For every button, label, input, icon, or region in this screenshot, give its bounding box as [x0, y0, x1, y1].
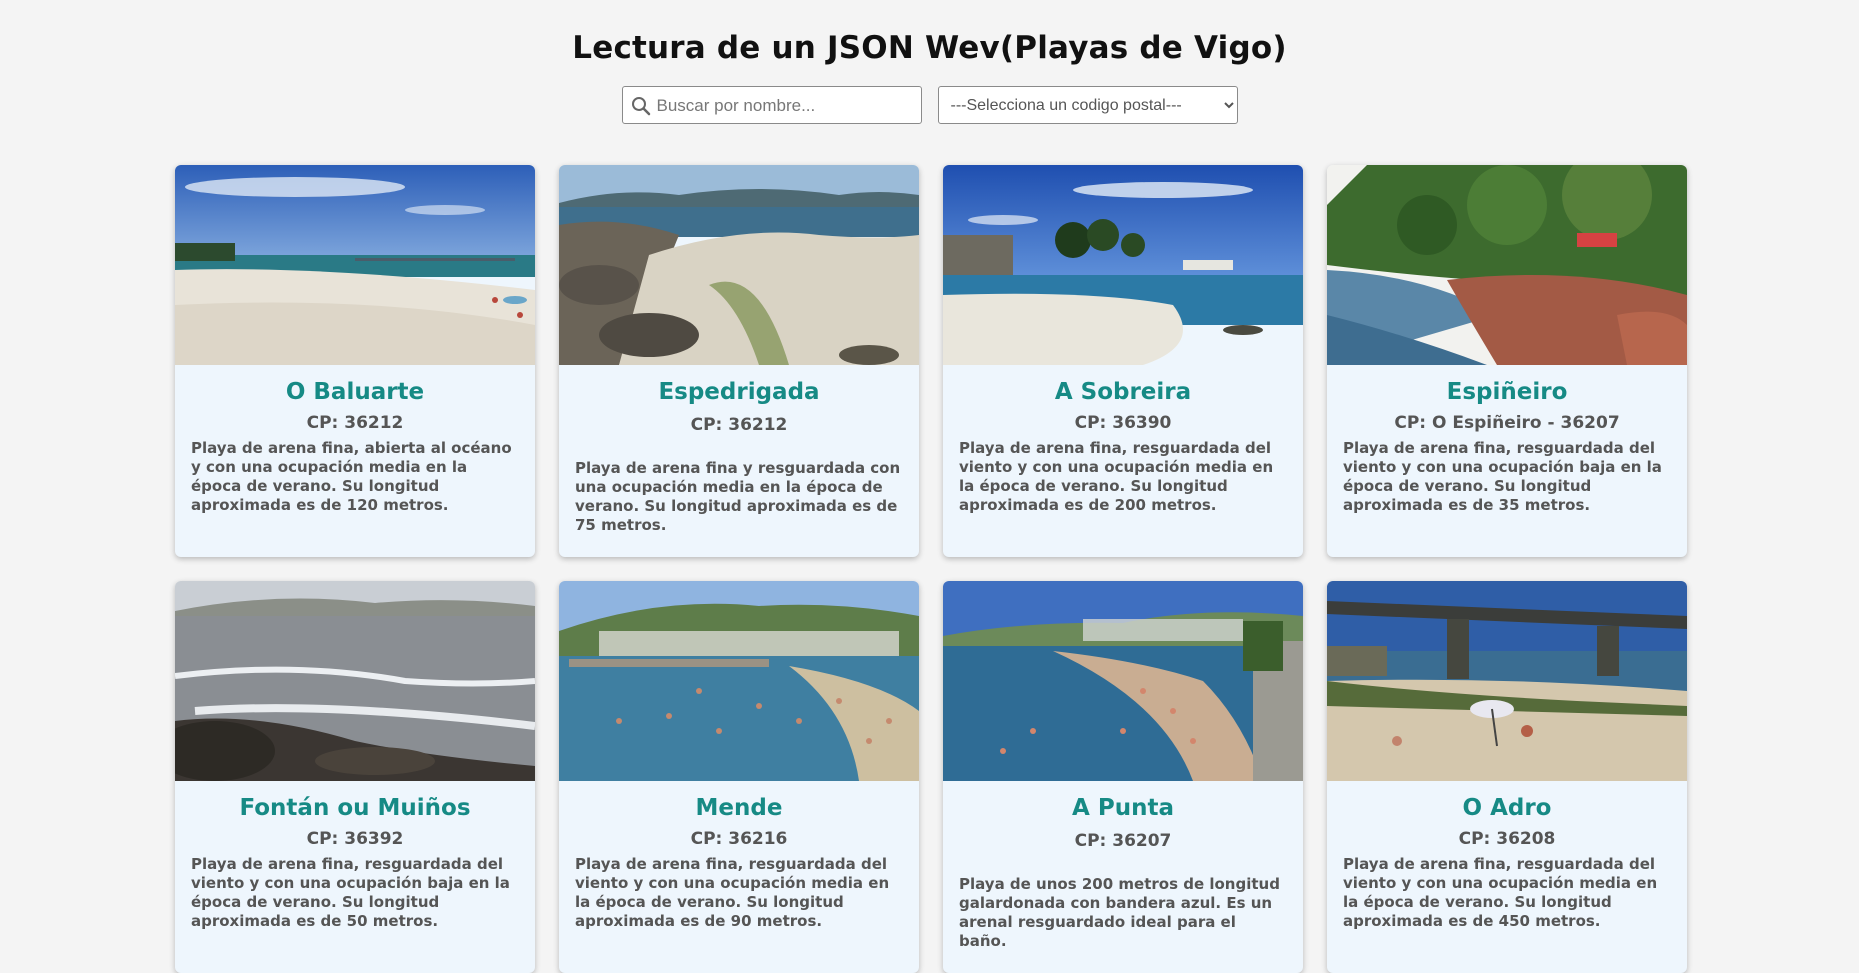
beach-card: O Baluarte CP: 36212 Playa de arena fina…: [175, 165, 535, 557]
beach-card: Fontán ou Muiños CP: 36392 Playa de aren…: [175, 581, 535, 973]
beach-card: O Adro CP: 36208 Playa de arena fina, re…: [1327, 581, 1687, 973]
page-title: Lectura de un JSON Wev(Playas de Vigo): [572, 30, 1287, 66]
beach-description: Playa de arena fina, resguardada del vie…: [575, 855, 890, 930]
beach-name: O Adro: [1462, 795, 1552, 821]
beach-photo: [1327, 165, 1687, 365]
beach-postal-code: CP: O Espiñeiro - 36207: [1394, 413, 1620, 433]
beach-name: A Sobreira: [1054, 379, 1192, 405]
beach-description: Playa de arena fina, resguardada del vie…: [1343, 855, 1658, 930]
beach-photo: [175, 165, 535, 365]
beach-name: Espiñeiro: [1446, 379, 1568, 405]
beach-name: Fontán ou Muiños: [239, 795, 471, 821]
beach-name: A Punta: [1072, 795, 1174, 821]
search-input[interactable]: [654, 87, 919, 125]
beach-card: Mende CP: 36216 Playa de arena fina, res…: [559, 581, 919, 973]
beach-photo: [1327, 581, 1687, 781]
beach-postal-code: CP: 36208: [1458, 829, 1556, 849]
beach-photo: [943, 165, 1303, 365]
beach-postal-code: CP: 36392: [306, 829, 404, 849]
beach-photo: [175, 581, 535, 781]
beach-postal-code: CP: 36212: [306, 413, 404, 433]
beach-card: A Punta CP: 36207 Playa de unos 200 metr…: [943, 581, 1303, 973]
beach-grid: O Baluarte CP: 36212 Playa de arena fina…: [175, 165, 1687, 973]
beach-description: Playa de arena fina y resguardada con un…: [575, 459, 901, 534]
beach-photo: [943, 581, 1303, 781]
postal-code-select[interactable]: ---Selecciona un codigo postal---: [937, 86, 1238, 124]
beach-name: O Baluarte: [285, 379, 425, 405]
beach-description: Playa de arena fina, resguardada del vie…: [959, 439, 1274, 514]
beach-description: Playa de arena fina, abierta al océano y…: [191, 439, 512, 514]
beach-name: Mende: [695, 795, 783, 821]
beach-name: Espedrigada: [658, 379, 820, 405]
beach-description: Playa de arena fina, resguardada del vie…: [1343, 439, 1662, 514]
beach-postal-code: CP: 36207: [1074, 831, 1172, 851]
beach-postal-code: CP: 36212: [690, 415, 788, 435]
beach-postal-code: CP: 36390: [1074, 413, 1172, 433]
search-field[interactable]: [621, 86, 922, 125]
beach-card: A Sobreira CP: 36390 Playa de arena fina…: [943, 165, 1303, 557]
beach-description: Playa de arena fina, resguardada del vie…: [191, 855, 510, 930]
search-icon: [631, 97, 650, 116]
beach-photo: [559, 581, 919, 781]
beach-card: Espiñeiro CP: O Espiñeiro - 36207 Playa …: [1327, 165, 1687, 557]
beach-postal-code: CP: 36216: [690, 829, 788, 849]
beach-card: Espedrigada CP: 36212 Playa de arena fin…: [559, 165, 919, 557]
beach-description: Playa de unos 200 metros de longitud gal…: [959, 875, 1280, 950]
filter-controls: ---Selecciona un codigo postal---: [0, 86, 1859, 125]
beach-photo: [559, 165, 919, 365]
